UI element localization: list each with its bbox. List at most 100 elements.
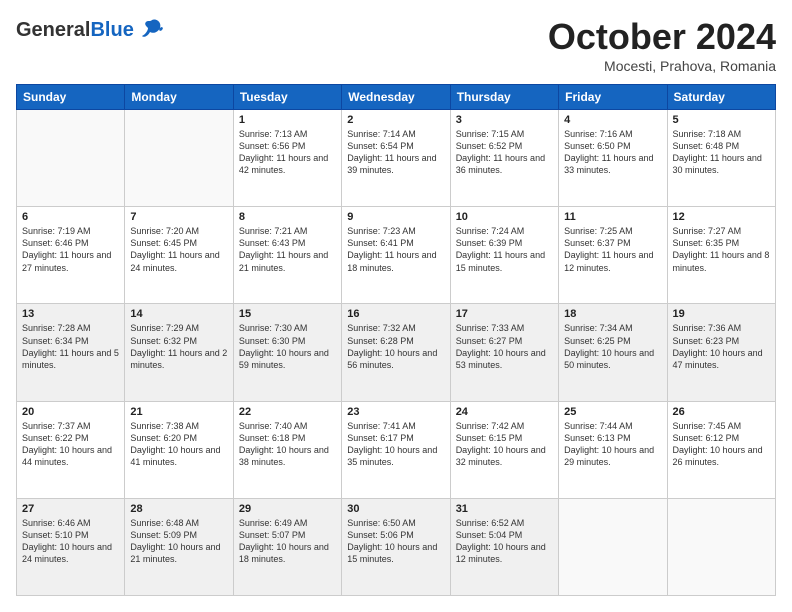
- day-number: 22: [239, 406, 336, 418]
- calendar-cell: 24 Sunrise: 7:42 AM Sunset: 6:15 PM Dayli…: [450, 401, 558, 498]
- calendar-cell: 31 Sunrise: 6:52 AM Sunset: 5:04 PM Dayli…: [450, 498, 558, 595]
- day-number: 9: [347, 211, 444, 223]
- location: Mocesti, Prahova, Romania: [548, 58, 776, 74]
- day-info: Sunrise: 7:40 AM Sunset: 6:18 PM Dayligh…: [239, 420, 336, 469]
- day-number: 3: [456, 114, 553, 126]
- day-info: Sunrise: 7:15 AM Sunset: 6:52 PM Dayligh…: [456, 128, 553, 177]
- day-info: Sunrise: 7:37 AM Sunset: 6:22 PM Dayligh…: [22, 420, 119, 469]
- day-number: 16: [347, 308, 444, 320]
- day-info: Sunrise: 7:32 AM Sunset: 6:28 PM Dayligh…: [347, 322, 444, 371]
- calendar-cell: 8 Sunrise: 7:21 AM Sunset: 6:43 PM Daylig…: [233, 207, 341, 304]
- calendar-cell: 15Sunrise: 7:30 AM Sunset: 6:30 PM Dayli…: [233, 304, 341, 401]
- day-info: Sunrise: 7:27 AM Sunset: 6:35 PM Dayligh…: [673, 225, 770, 274]
- calendar-cell: 21 Sunrise: 7:38 AM Sunset: 6:20 PM Dayli…: [125, 401, 233, 498]
- day-header-sunday: Sunday: [17, 85, 125, 110]
- logo: GeneralBlue: [16, 16, 166, 44]
- calendar-cell: 1 Sunrise: 7:13 AM Sunset: 6:56 PM Daylig…: [233, 110, 341, 207]
- day-info: Sunrise: 7:25 AM Sunset: 6:37 PM Dayligh…: [564, 225, 661, 274]
- calendar-cell: 22 Sunrise: 7:40 AM Sunset: 6:18 PM Dayli…: [233, 401, 341, 498]
- day-number: 14: [130, 308, 227, 320]
- calendar-cell: [667, 498, 775, 595]
- calendar-cell: 13 Sunrise: 7:28 AM Sunset: 6:34 PM Dayli…: [17, 304, 125, 401]
- calendar-week-3: 13 Sunrise: 7:28 AM Sunset: 6:34 PM Dayli…: [17, 304, 776, 401]
- day-number: 12: [673, 211, 770, 223]
- calendar-cell: 11Sunrise: 7:25 AM Sunset: 6:37 PM Dayli…: [559, 207, 667, 304]
- day-number: 30: [347, 503, 444, 515]
- day-header-thursday: Thursday: [450, 85, 558, 110]
- calendar-cell: 4 Sunrise: 7:16 AM Sunset: 6:50 PM Daylig…: [559, 110, 667, 207]
- day-header-friday: Friday: [559, 85, 667, 110]
- calendar-cell: 2 Sunrise: 7:14 AM Sunset: 6:54 PM Daylig…: [342, 110, 450, 207]
- day-number: 31: [456, 503, 553, 515]
- calendar-cell: [559, 498, 667, 595]
- day-info: Sunrise: 6:52 AM Sunset: 5:04 PM Dayligh…: [456, 517, 553, 566]
- day-number: 7: [130, 211, 227, 223]
- day-number: 19: [673, 308, 770, 320]
- calendar-week-5: 27 Sunrise: 6:46 AM Sunset: 5:10 PM Dayli…: [17, 498, 776, 595]
- day-info: Sunrise: 7:16 AM Sunset: 6:50 PM Dayligh…: [564, 128, 661, 177]
- calendar-cell: 18 Sunrise: 7:34 AM Sunset: 6:25 PM Dayli…: [559, 304, 667, 401]
- calendar-cell: 10Sunrise: 7:24 AM Sunset: 6:39 PM Dayli…: [450, 207, 558, 304]
- day-number: 13: [22, 308, 119, 320]
- day-number: 5: [673, 114, 770, 126]
- day-number: 1: [239, 114, 336, 126]
- day-info: Sunrise: 7:38 AM Sunset: 6:20 PM Dayligh…: [130, 420, 227, 469]
- calendar-week-2: 6 Sunrise: 7:19 AM Sunset: 6:46 PM Daylig…: [17, 207, 776, 304]
- day-number: 20: [22, 406, 119, 418]
- day-header-saturday: Saturday: [667, 85, 775, 110]
- day-info: Sunrise: 7:14 AM Sunset: 6:54 PM Dayligh…: [347, 128, 444, 177]
- day-number: 8: [239, 211, 336, 223]
- day-number: 27: [22, 503, 119, 515]
- calendar-cell: 17Sunrise: 7:33 AM Sunset: 6:27 PM Dayli…: [450, 304, 558, 401]
- day-info: Sunrise: 7:28 AM Sunset: 6:34 PM Dayligh…: [22, 322, 119, 371]
- day-number: 2: [347, 114, 444, 126]
- calendar-cell: 30Sunrise: 6:50 AM Sunset: 5:06 PM Dayli…: [342, 498, 450, 595]
- calendar-cell: 7Sunrise: 7:20 AM Sunset: 6:45 PM Daylig…: [125, 207, 233, 304]
- logo-text: GeneralBlue: [16, 19, 134, 42]
- calendar-cell: 19 Sunrise: 7:36 AM Sunset: 6:23 PM Dayli…: [667, 304, 775, 401]
- calendar-cell: 5 Sunrise: 7:18 AM Sunset: 6:48 PM Daylig…: [667, 110, 775, 207]
- calendar-week-1: 1 Sunrise: 7:13 AM Sunset: 6:56 PM Daylig…: [17, 110, 776, 207]
- calendar-cell: 29Sunrise: 6:49 AM Sunset: 5:07 PM Dayli…: [233, 498, 341, 595]
- day-header-wednesday: Wednesday: [342, 85, 450, 110]
- calendar-cell: 25Sunrise: 7:44 AM Sunset: 6:13 PM Dayli…: [559, 401, 667, 498]
- day-info: Sunrise: 7:18 AM Sunset: 6:48 PM Dayligh…: [673, 128, 770, 177]
- day-info: Sunrise: 7:19 AM Sunset: 6:46 PM Dayligh…: [22, 225, 119, 274]
- calendar-cell: 9 Sunrise: 7:23 AM Sunset: 6:41 PM Daylig…: [342, 207, 450, 304]
- day-header-tuesday: Tuesday: [233, 85, 341, 110]
- calendar-cell: [17, 110, 125, 207]
- calendar-cell: 23Sunrise: 7:41 AM Sunset: 6:17 PM Dayli…: [342, 401, 450, 498]
- calendar-header-row: SundayMondayTuesdayWednesdayThursdayFrid…: [17, 85, 776, 110]
- day-number: 24: [456, 406, 553, 418]
- day-header-monday: Monday: [125, 85, 233, 110]
- title-area: October 2024 Mocesti, Prahova, Romania: [548, 16, 776, 74]
- logo-bird-icon: [138, 16, 166, 44]
- calendar-cell: 14 Sunrise: 7:29 AM Sunset: 6:32 PM Dayli…: [125, 304, 233, 401]
- day-info: Sunrise: 7:23 AM Sunset: 6:41 PM Dayligh…: [347, 225, 444, 274]
- header: GeneralBlue October 2024 Mocesti, Prahov…: [16, 16, 776, 74]
- day-number: 21: [130, 406, 227, 418]
- day-number: 25: [564, 406, 661, 418]
- day-info: Sunrise: 6:49 AM Sunset: 5:07 PM Dayligh…: [239, 517, 336, 566]
- day-info: Sunrise: 7:41 AM Sunset: 6:17 PM Dayligh…: [347, 420, 444, 469]
- day-info: Sunrise: 7:13 AM Sunset: 6:56 PM Dayligh…: [239, 128, 336, 177]
- calendar-cell: 28Sunrise: 6:48 AM Sunset: 5:09 PM Dayli…: [125, 498, 233, 595]
- day-info: Sunrise: 7:42 AM Sunset: 6:15 PM Dayligh…: [456, 420, 553, 469]
- calendar-cell: 27 Sunrise: 6:46 AM Sunset: 5:10 PM Dayli…: [17, 498, 125, 595]
- day-info: Sunrise: 7:36 AM Sunset: 6:23 PM Dayligh…: [673, 322, 770, 371]
- day-number: 4: [564, 114, 661, 126]
- day-info: Sunrise: 7:21 AM Sunset: 6:43 PM Dayligh…: [239, 225, 336, 274]
- calendar-cell: 6 Sunrise: 7:19 AM Sunset: 6:46 PM Daylig…: [17, 207, 125, 304]
- day-info: Sunrise: 6:46 AM Sunset: 5:10 PM Dayligh…: [22, 517, 119, 566]
- day-number: 10: [456, 211, 553, 223]
- day-number: 17: [456, 308, 553, 320]
- calendar-cell: [125, 110, 233, 207]
- calendar-cell: 12 Sunrise: 7:27 AM Sunset: 6:35 PM Dayli…: [667, 207, 775, 304]
- day-number: 18: [564, 308, 661, 320]
- day-info: Sunrise: 7:34 AM Sunset: 6:25 PM Dayligh…: [564, 322, 661, 371]
- day-info: Sunrise: 7:30 AM Sunset: 6:30 PM Dayligh…: [239, 322, 336, 371]
- day-info: Sunrise: 6:48 AM Sunset: 5:09 PM Dayligh…: [130, 517, 227, 566]
- day-info: Sunrise: 7:29 AM Sunset: 6:32 PM Dayligh…: [130, 322, 227, 371]
- day-number: 26: [673, 406, 770, 418]
- day-number: 6: [22, 211, 119, 223]
